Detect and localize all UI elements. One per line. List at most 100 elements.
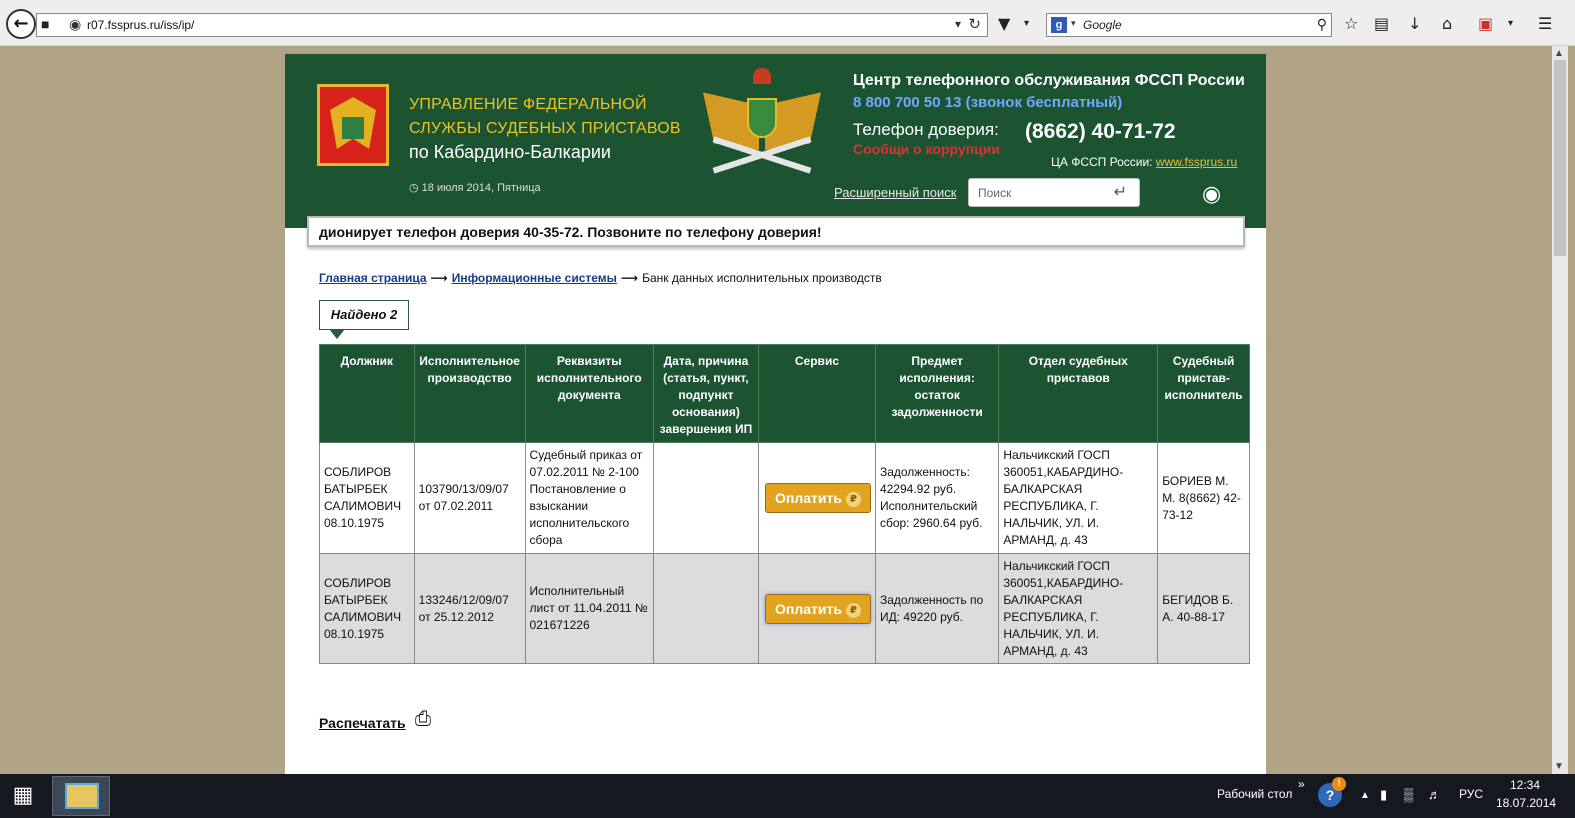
windows-start-icon[interactable]: ▦ [6,782,40,812]
advanced-search-link[interactable]: Расширенный поиск [834,185,956,200]
enter-icon[interactable]: ↵ [1114,182,1127,202]
tray-expand-icon[interactable]: ▲ [1360,790,1370,801]
badge-pointer [329,329,345,339]
cell-subject: Задолженность по ИД: 49220 руб. [874,553,1000,664]
cell-department: Нальчикский ГОСП 360051,КАБАРДИНО-БАЛКАР… [998,442,1159,554]
power-icon[interactable]: ▮ [1380,787,1387,803]
address-bar[interactable]: ■ ◉ r07.fssprus.ru/iss/ip/ ▾ ↻ [36,13,988,37]
org-name-line2: СЛУЖБЫ СУДЕБНЫХ ПРИСТАВОВ [409,120,681,137]
central-office-link[interactable]: www.fssprus.ru [1156,155,1237,169]
language-indicator[interactable]: РУС [1459,787,1483,801]
cell-debtor: СОБЛИРОВ БАТЫРБЕК САЛИМОВИЧ 08.10.1975 [319,442,415,554]
cell-service: Оплатить ₽ [757,553,876,664]
toolbar-expand-icon[interactable]: » [1298,777,1305,791]
browser-search-box[interactable]: g ▾ Google ⚲ [1046,13,1332,37]
current-date: ◷ 18 июля 2014, Пятница [409,181,541,194]
addon-menu-dropdown-icon[interactable]: ▾ [1508,18,1513,29]
site-search-input[interactable]: Поиск ↵ [968,178,1140,207]
trust-phone-label: Телефон доверия: [853,120,999,139]
page-scrollbar[interactable]: ▲ ▼ [1552,46,1568,774]
printer-icon[interactable]: ⎙ [415,708,431,731]
ruble-icon: ₽ [845,492,861,507]
menu-icon[interactable]: ☰ [1538,14,1552,33]
cell-end-date [652,553,759,664]
pay-button-label: Оплатить [774,600,842,617]
globe-icon: ◉ [69,16,82,32]
volume-icon[interactable]: ♬ [1428,787,1441,802]
trust-phone-number: (8662) 40-71-72 [1025,120,1176,143]
network-signal-icon[interactable]: ▒ [1404,787,1413,802]
reload-icon[interactable]: ↻ [968,15,981,33]
site-header: УПРАВЛЕНИЕ ФЕДЕРАЛЬНОЙ СЛУЖБЫ СУДЕБНЫХ П… [285,54,1266,228]
table-row: СОБЛИРОВ БАТЫРБЕК САЛИМОВИЧ 08.10.1975 1… [319,442,1250,554]
cell-proceeding: 133246/12/09/07 от 25.12.2012 [413,553,526,664]
results-table: Должник Исполнительное производство Рекв… [319,344,1250,664]
scroll-thumb[interactable] [1554,60,1566,256]
org-region: по Кабардино-Балкарии [409,142,611,162]
col-header-proceeding: Исполнительное производство [413,344,526,443]
date-value: 18 июля 2014, Пятница [421,182,541,194]
tab-group-icon[interactable]: ■ [41,16,49,32]
page: УПРАВЛЕНИЕ ФЕДЕРАЛЬНОЙ СЛУЖБЫ СУДЕБНЫХ П… [285,54,1266,774]
url-text[interactable]: r07.fssprus.ru/iss/ip/ [87,18,194,32]
ticker-text: дионирует телефон доверия 40-35-72. Позв… [319,224,822,240]
central-office-label: ЦА ФССП России: [1051,155,1153,169]
found-count-badge: Найдено 2 [319,300,409,330]
addon-icon[interactable]: ▼ [998,14,1010,33]
home-icon[interactable]: ⌂ [1442,14,1452,33]
desktop-toolbar-label[interactable]: Рабочий стол [1217,787,1292,801]
call-center-phone: 8 800 700 50 13 (звонок бесплатный) [853,94,1123,111]
back-arrow-icon[interactable]: ← [6,9,36,39]
bookmarks-list-icon[interactable]: ▤ [1374,14,1389,33]
ruble-icon: ₽ [845,602,861,618]
downloads-icon[interactable]: ↓ [1408,14,1421,33]
cell-debtor: СОБЛИРОВ БАТЫРБЕК САЛИМОВИЧ 08.10.1975 [319,553,415,664]
col-header-document: Реквизиты исполнительного документа [524,344,654,443]
breadcrumb-current: Банк данных исполнительных производств [642,271,882,285]
print-link[interactable]: Распечатать [319,715,406,731]
breadcrumb-home[interactable]: Главная страница [319,271,427,285]
org-name-line1: УПРАВЛЕНИЕ ФЕДЕРАЛЬНОЙ [409,96,647,113]
search-engine-dropdown-icon[interactable]: ▾ [1071,18,1076,29]
clock-time[interactable]: 12:34 [1510,778,1540,792]
url-dropdown-icon[interactable]: ▾ [955,17,961,31]
coat-of-arms-icon [317,84,389,166]
google-logo-icon: g [1051,17,1067,33]
col-header-debtor: Должник [319,344,415,443]
search-engine-label: Google [1083,18,1122,32]
site-search-placeholder: Поиск [978,186,1012,200]
clock-icon: ◷ [409,182,419,194]
pay-button[interactable]: Оплатить ₽ [764,483,871,513]
breadcrumb-systems[interactable]: Информационные системы [452,271,617,285]
col-header-end-date: Дата, причина (статья, пункт, подпункт о… [652,344,759,443]
cell-bailiff: БОРИЕВ М. М. 8(8662) 42-73-12 [1157,442,1250,554]
table-header-row: Должник Исполнительное производство Рекв… [319,344,1250,443]
scroll-down-icon[interactable]: ▼ [1554,761,1564,772]
scroll-up-icon[interactable]: ▲ [1554,48,1564,59]
clock-date[interactable]: 18.07.2014 [1496,796,1556,810]
cell-bailiff: БЕГИДОВ Б. А. 40-88-17 [1157,553,1250,664]
call-center-title: Центр телефонного обслуживания ФССП Росс… [853,72,1245,89]
browser-toolbar: ← ■ ◉ r07.fssprus.ru/iss/ip/ ▾ ↻ ▼ ▾ g ▾… [0,0,1575,46]
addon-dropdown-icon[interactable]: ▾ [1024,18,1029,29]
cell-document: Судебный приказ от 07.02.2011 № 2-100 По… [524,442,654,554]
pay-button[interactable]: Оплатить ₽ [764,593,871,624]
pay-button-label: Оплатить [774,490,842,506]
file-explorer-icon[interactable] [52,776,110,816]
cell-document: Исполнительный лист от 11.04.2011 № 0216… [524,553,654,664]
col-header-service: Сервис [757,344,876,443]
col-header-department: Отдел судебных приставов [998,344,1159,443]
warning-badge-icon: ! [1332,777,1346,791]
report-corruption-link[interactable]: Сообщи о коррупции [853,141,1000,157]
col-header-subject: Предмет исполнения: остаток задолженност… [874,344,1000,443]
central-office: ЦА ФССП России: www.fssprus.ru [1051,155,1237,169]
magnifier-icon[interactable]: ⚲ [1317,16,1327,33]
cell-end-date [652,442,759,554]
bookmark-star-icon[interactable]: ☆ [1344,14,1358,33]
cell-department: Нальчикский ГОСП 360051,КАБАРДИНО-БАЛКАР… [998,553,1159,664]
s-addon-icon[interactable]: ▣ [1478,14,1493,33]
arrow-right-icon: ⟶ [620,271,639,285]
accessibility-eye-icon[interactable]: ◉ [1202,181,1221,207]
taskbar: ▦ Рабочий стол » ? ! ▲ ▮ ▒ ♬ РУС 12:34 1… [0,774,1575,818]
news-ticker: дионирует телефон доверия 40-35-72. Позв… [307,216,1245,247]
